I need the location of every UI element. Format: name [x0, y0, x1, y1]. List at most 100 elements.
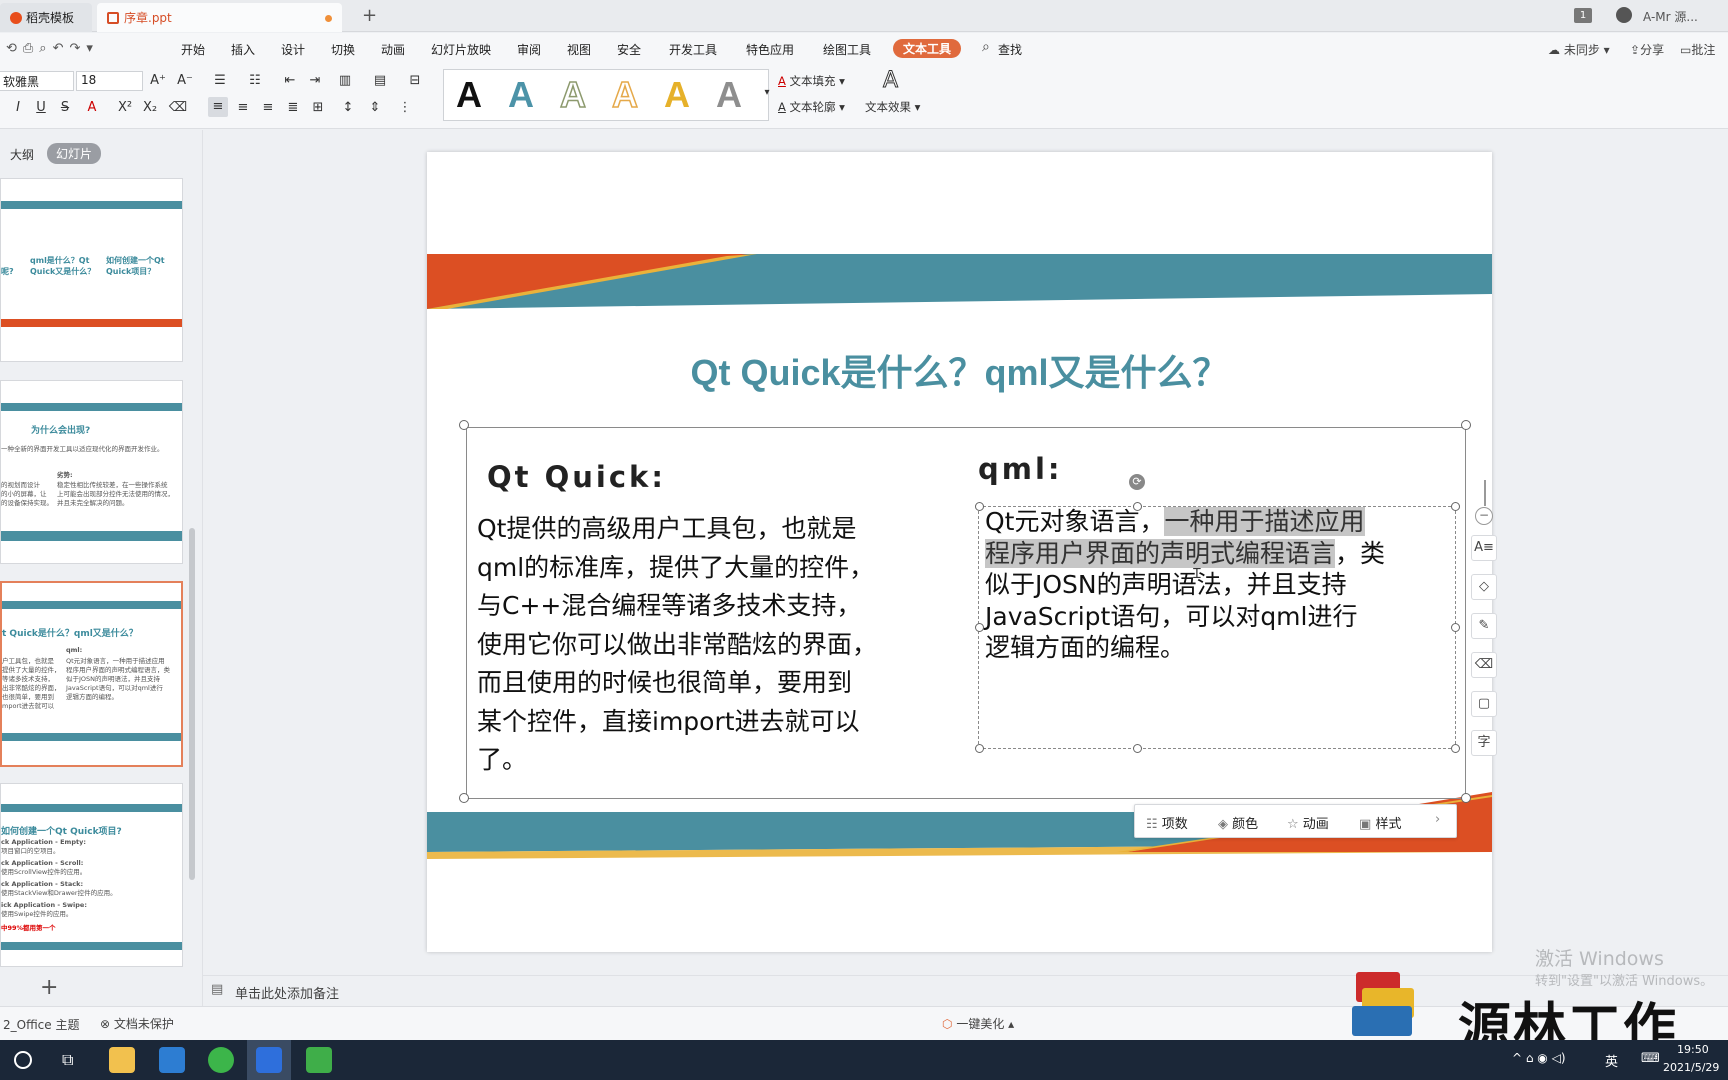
resize-handle[interactable] — [1461, 420, 1471, 430]
resize-handle[interactable] — [975, 744, 984, 753]
slide-title[interactable]: Qt Quick是什么？qml又是什么？ — [427, 344, 1492, 396]
rotate-handle-icon[interactable]: ⟳ — [1129, 474, 1145, 490]
indent-increase-icon[interactable]: ⇥ — [305, 71, 325, 91]
menu-security[interactable]: 安全 — [617, 41, 641, 58]
italic-icon[interactable]: I — [8, 98, 28, 118]
clock-time[interactable]: 19:50 — [1677, 1043, 1709, 1056]
text-direction-icon[interactable]: ▤ — [370, 71, 390, 91]
underline-icon[interactable]: U — [31, 98, 51, 118]
tab-document[interactable]: 序章.ppt — [97, 3, 342, 32]
text-style-teal[interactable]: A — [508, 74, 534, 116]
browser-icon[interactable] — [208, 1047, 234, 1073]
cortana-icon[interactable] — [14, 1051, 32, 1069]
menu-animation[interactable]: 动画 — [381, 41, 405, 58]
qt-creator-icon[interactable] — [306, 1047, 332, 1073]
gallery-more-icon[interactable]: ▾ — [757, 83, 777, 103]
paragraph-settings-icon[interactable]: ⋮ — [395, 98, 415, 118]
text-style-olive-outline[interactable]: A — [559, 73, 587, 116]
theme-name[interactable]: 2_Office 主题 — [3, 1016, 79, 1033]
slides-tab[interactable]: 幻灯片 — [47, 143, 102, 164]
text-effect-button[interactable]: 文本效果 ▾ — [865, 99, 920, 115]
text-style-black[interactable]: A — [456, 74, 482, 116]
right-heading[interactable]: qml: — [978, 452, 1063, 486]
avatar[interactable] — [1616, 7, 1632, 23]
font-color-icon[interactable]: A — [82, 98, 102, 118]
beautify-button[interactable]: ⬡ 一键美化 ▴ — [942, 1015, 1014, 1032]
indent-decrease-icon[interactable]: ⇤ — [280, 71, 300, 91]
resize-handle[interactable] — [1133, 744, 1142, 753]
window-count-badge[interactable]: 1 — [1574, 8, 1592, 23]
font-name-select[interactable]: 软雅黑 — [0, 71, 74, 91]
add-slide-button[interactable]: + — [40, 975, 58, 1000]
menu-home[interactable]: 开始 — [181, 41, 205, 58]
pen-icon[interactable]: ✎ — [1471, 613, 1497, 639]
font-size-select[interactable]: 18 — [76, 71, 143, 91]
menu-slideshow[interactable]: 幻灯片放映 — [431, 41, 491, 58]
bullets-icon[interactable]: ☰ — [210, 71, 230, 91]
slide-canvas[interactable]: Qt Quick是什么？qml又是什么？ Qt Quick: Qt提供的高级用户… — [427, 152, 1492, 952]
quick-access-icons[interactable]: ⟲⎙⌕↶↷▾ — [6, 41, 99, 56]
search-icon[interactable]: ⌕ — [982, 39, 990, 55]
columns-icon[interactable]: ▥ — [335, 71, 355, 91]
layers-icon[interactable]: ◇ — [1471, 574, 1497, 600]
text-style-gray[interactable]: A — [716, 74, 742, 116]
menu-drawing-tools[interactable]: 绘图工具 — [823, 41, 871, 58]
menu-developer[interactable]: 开发工具 — [669, 41, 717, 58]
tray-icons[interactable]: ^ ⌂ ◉ ◁) — [1512, 1051, 1566, 1065]
text-style-orange-outline[interactable]: A — [611, 73, 639, 116]
menu-transition[interactable]: 切换 — [331, 41, 355, 58]
menu-find[interactable]: 查找 — [998, 41, 1022, 58]
resize-handle[interactable] — [1451, 744, 1460, 753]
new-tab-icon[interactable]: + — [362, 5, 377, 26]
text-effect-icon[interactable]: A — [882, 68, 898, 94]
right-body-text[interactable]: Qt元对象语言，一种用于描述应用 程序用户界面的声明式编程语言，类 似于JOSN… — [985, 506, 1460, 664]
menu-features[interactable]: 特色应用 — [746, 41, 794, 58]
subscript-icon[interactable]: X₂ — [140, 98, 160, 118]
text-fill-button[interactable]: A 文本填充 ▾ — [778, 73, 845, 89]
mail-icon[interactable] — [159, 1047, 185, 1073]
align-center-icon[interactable]: ≡ — [233, 98, 253, 118]
slide-thumbnail-3[interactable]: t Quick是什么？qml又是什么？ qml: 户工具包，也就是 提供了大量的… — [0, 581, 183, 767]
text-format-icon[interactable]: A≡ — [1471, 535, 1497, 561]
menu-review[interactable]: 审阅 — [517, 41, 541, 58]
align-right-icon[interactable]: ≡ — [258, 98, 278, 118]
sync-status[interactable]: ☁ 未同步 ▾ — [1548, 41, 1610, 58]
frame-icon[interactable]: ▢ — [1471, 691, 1497, 717]
input-language[interactable]: 英 — [1605, 1051, 1618, 1070]
align-text-icon[interactable]: ⊟ — [405, 71, 425, 91]
left-body-text[interactable]: Qt提供的高级用户工具包，也就是 qml的标准库，提供了大量的控件， 与C++混… — [477, 510, 877, 780]
clear-format-icon[interactable]: ⌫ — [168, 98, 188, 118]
user-name[interactable]: A-Mr 源... — [1643, 8, 1698, 25]
tab-docer-templates[interactable]: 稻壳模板 — [0, 3, 92, 32]
distribute-icon[interactable]: ⊞ — [308, 98, 328, 118]
slide-thumbnail-2[interactable]: 为什么会出现? 一种全新的界面开发工具以适应现代化的界面开发作业。 劣势: 的视… — [0, 380, 183, 564]
menu-view[interactable]: 视图 — [567, 41, 591, 58]
font-shrink-icon[interactable]: A⁻ — [175, 71, 195, 91]
clock-date[interactable]: 2021/5/29 — [1663, 1061, 1719, 1074]
superscript-icon[interactable]: X² — [115, 98, 135, 118]
resize-handle[interactable] — [975, 623, 984, 632]
font-grow-icon[interactable]: A⁺ — [148, 71, 168, 91]
resize-handle[interactable] — [1461, 793, 1471, 803]
left-heading[interactable]: Qt Quick: — [487, 460, 666, 494]
text-outline-button[interactable]: A 文本轮廓 ▾ — [778, 99, 845, 115]
resize-handle[interactable] — [459, 793, 469, 803]
strikethrough-icon[interactable]: S — [55, 98, 75, 118]
align-left-icon[interactable]: ≡ — [208, 97, 228, 117]
thumbnail-scrollbar[interactable] — [189, 528, 195, 880]
comment-button[interactable]: ▭批注 — [1680, 41, 1715, 58]
text-style-gold[interactable]: A — [664, 74, 690, 116]
resize-handle[interactable] — [975, 502, 984, 511]
justify-icon[interactable]: ≣ — [283, 98, 303, 118]
numbering-icon[interactable]: ☷ — [245, 71, 265, 91]
character-icon[interactable]: 字 — [1471, 730, 1497, 756]
items-button[interactable]: ☷ 项数 — [1146, 813, 1188, 832]
wps-icon[interactable] — [256, 1047, 282, 1073]
notes-placeholder[interactable]: 单击此处添加备注 — [235, 983, 339, 1002]
protect-status[interactable]: ⊗ 文档未保护 — [100, 1015, 174, 1032]
slide-thumbnail-1[interactable]: qml是什么？Qt Quick又是什么？ 如何创建一个Qt Quick项目？ 呢… — [0, 178, 183, 362]
menu-insert[interactable]: 插入 — [231, 41, 255, 58]
menu-text-tools[interactable]: 文本工具 — [893, 39, 962, 58]
outline-tab[interactable]: 大纲 — [10, 146, 34, 163]
task-view-icon[interactable]: ⧉ — [62, 1050, 73, 1070]
